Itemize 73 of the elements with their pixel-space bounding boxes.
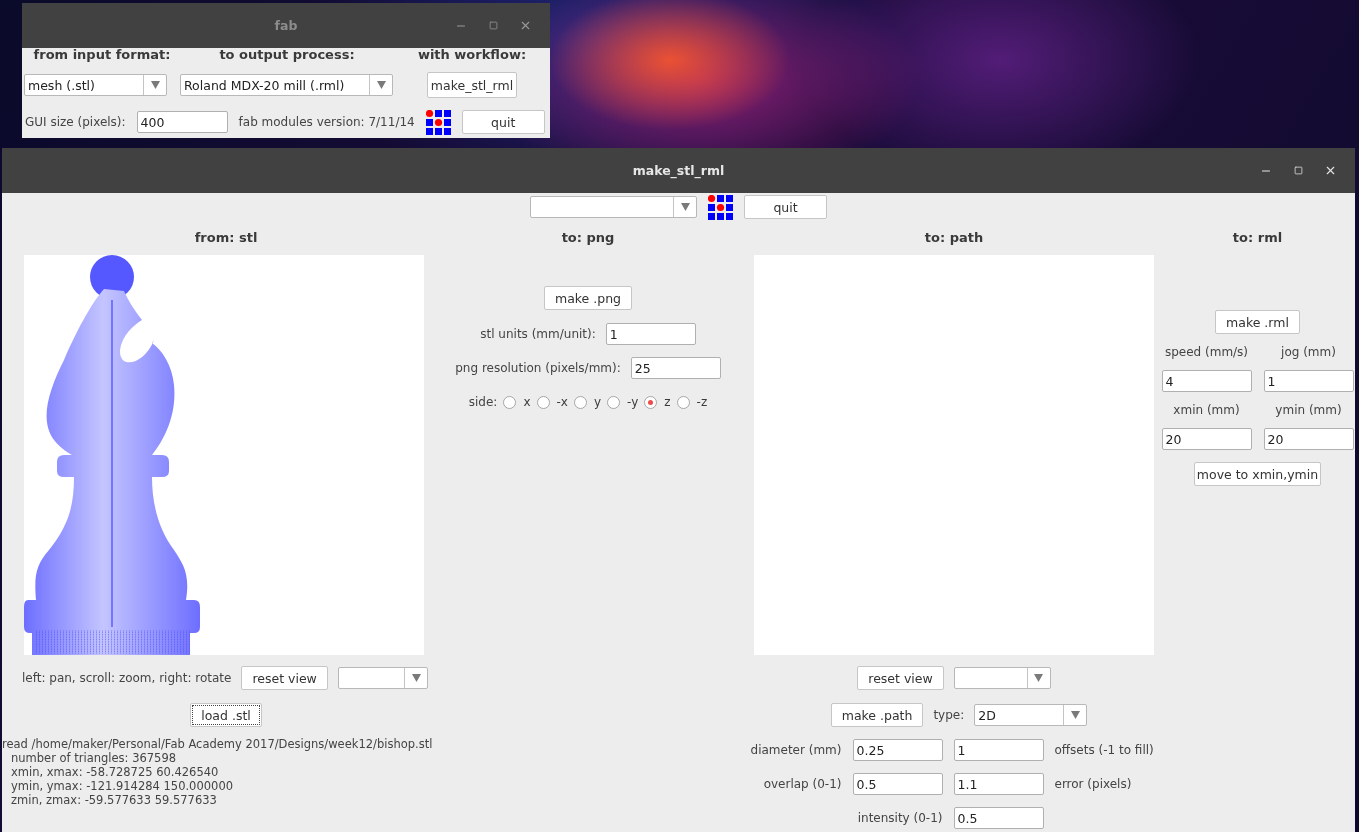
column-heading: from: stl [194,229,258,245]
column-heading: to: path [924,229,984,245]
field-label: GUI size (pixels): [25,115,126,129]
log-line: number of triangles: 367598 [11,751,177,765]
field-label: intensity (0-1) [857,811,943,825]
load-button[interactable]: load .stl [190,703,262,727]
dropdown[interactable]: 2D [974,704,1088,726]
field-label: offsets (-1 to fill) [1054,743,1155,757]
caret-icon [1070,711,1080,719]
side-radio[interactable]: -z [676,395,708,409]
field-label: stl units (mm/unit): [480,327,596,341]
field-label: overlap (0-1) [763,777,842,791]
input-field[interactable]: 20 [1161,428,1252,450]
window-title: make_stl_rml [632,163,725,178]
log-line: xmin, xmax: -58.728725 60.426540 [11,765,219,779]
input-field[interactable]: 1.1 [953,773,1044,795]
dots-grid-icon [425,109,451,135]
model-viewport[interactable] [24,255,424,655]
caret-icon [411,674,421,682]
field-label: type: [933,708,965,722]
side-radio[interactable]: -x [536,395,568,409]
move-button[interactable]: move to xmin,ymin [1193,462,1322,486]
dropdown[interactable] [530,196,697,218]
section-heading: from input format: [33,48,171,61]
side-radio[interactable]: -y [607,395,639,409]
field-label: ymin (mm) [1275,402,1342,419]
input-field[interactable]: 0.25 [852,739,943,761]
quit-button[interactable]: quit [461,110,545,134]
side-radio[interactable]: y [573,395,602,409]
maximize-icon[interactable] [486,18,500,33]
log-line: read /home/maker/Personal/Fab Academy 2017/Designs/week12/bishop.stl [2,737,433,751]
input-field[interactable]: 4 [1161,370,1252,392]
maximize-icon[interactable] [1291,163,1305,178]
input-field[interactable]: 0.5 [953,807,1044,829]
input-field[interactable]: 1 [953,739,1044,761]
reset-view-button[interactable]: reset view [857,666,944,690]
section-heading: to output process: [219,48,355,61]
version-text: fab modules version: 7/11/14 [238,115,415,129]
input-field[interactable]: 1 [1263,370,1354,392]
field-label: speed (mm/s) [1164,344,1249,361]
hint-text: left: pan, scroll: zoom, right: rotate [22,671,232,685]
make-rml-button[interactable]: make .rml [1215,310,1300,334]
input-field[interactable]: 1 [605,323,696,345]
dropdown[interactable] [953,667,1051,689]
dots-grid-icon [708,194,733,220]
field-label: side: [468,395,498,409]
reset-view-button[interactable]: reset view [241,666,328,690]
field-label: xmin (mm) [1173,402,1240,419]
field-label: png resolution (pixels/mm): [455,361,621,375]
input-field[interactable]: 25 [630,357,721,379]
window-title: fab [274,18,298,33]
caret-icon [1034,674,1044,682]
input-field[interactable]: 400 [136,111,228,133]
caret-icon [680,203,690,211]
log-line: zmin, zmax: -59.577633 59.577633 [11,793,217,807]
field-label: diameter (mm) [750,743,842,757]
field-label: jog (mm) [1281,344,1336,361]
make-path-button[interactable]: make .path [830,703,924,727]
dropdown[interactable]: Roland MDX-20 mill (.rml) [180,74,393,96]
field-label: error (pixels) [1054,777,1133,791]
dropdown[interactable] [337,667,428,689]
input-field[interactable]: 0.5 [852,773,943,795]
input-field[interactable]: 20 [1263,428,1354,450]
quit-button[interactable]: quit [744,195,827,219]
workflow-button[interactable]: make_stl_rml [426,72,518,98]
dropdown[interactable]: mesh (.stl) [24,74,167,96]
log-line: ymin, ymax: -121.914284 150.000000 [11,779,233,793]
section-heading: with workflow: [417,48,527,61]
caret-icon [150,81,160,89]
make-png-button[interactable]: make .png [543,286,633,310]
column-heading: to: png [561,229,615,245]
caret-icon [376,81,386,89]
column-heading: to: rml [1232,229,1283,245]
